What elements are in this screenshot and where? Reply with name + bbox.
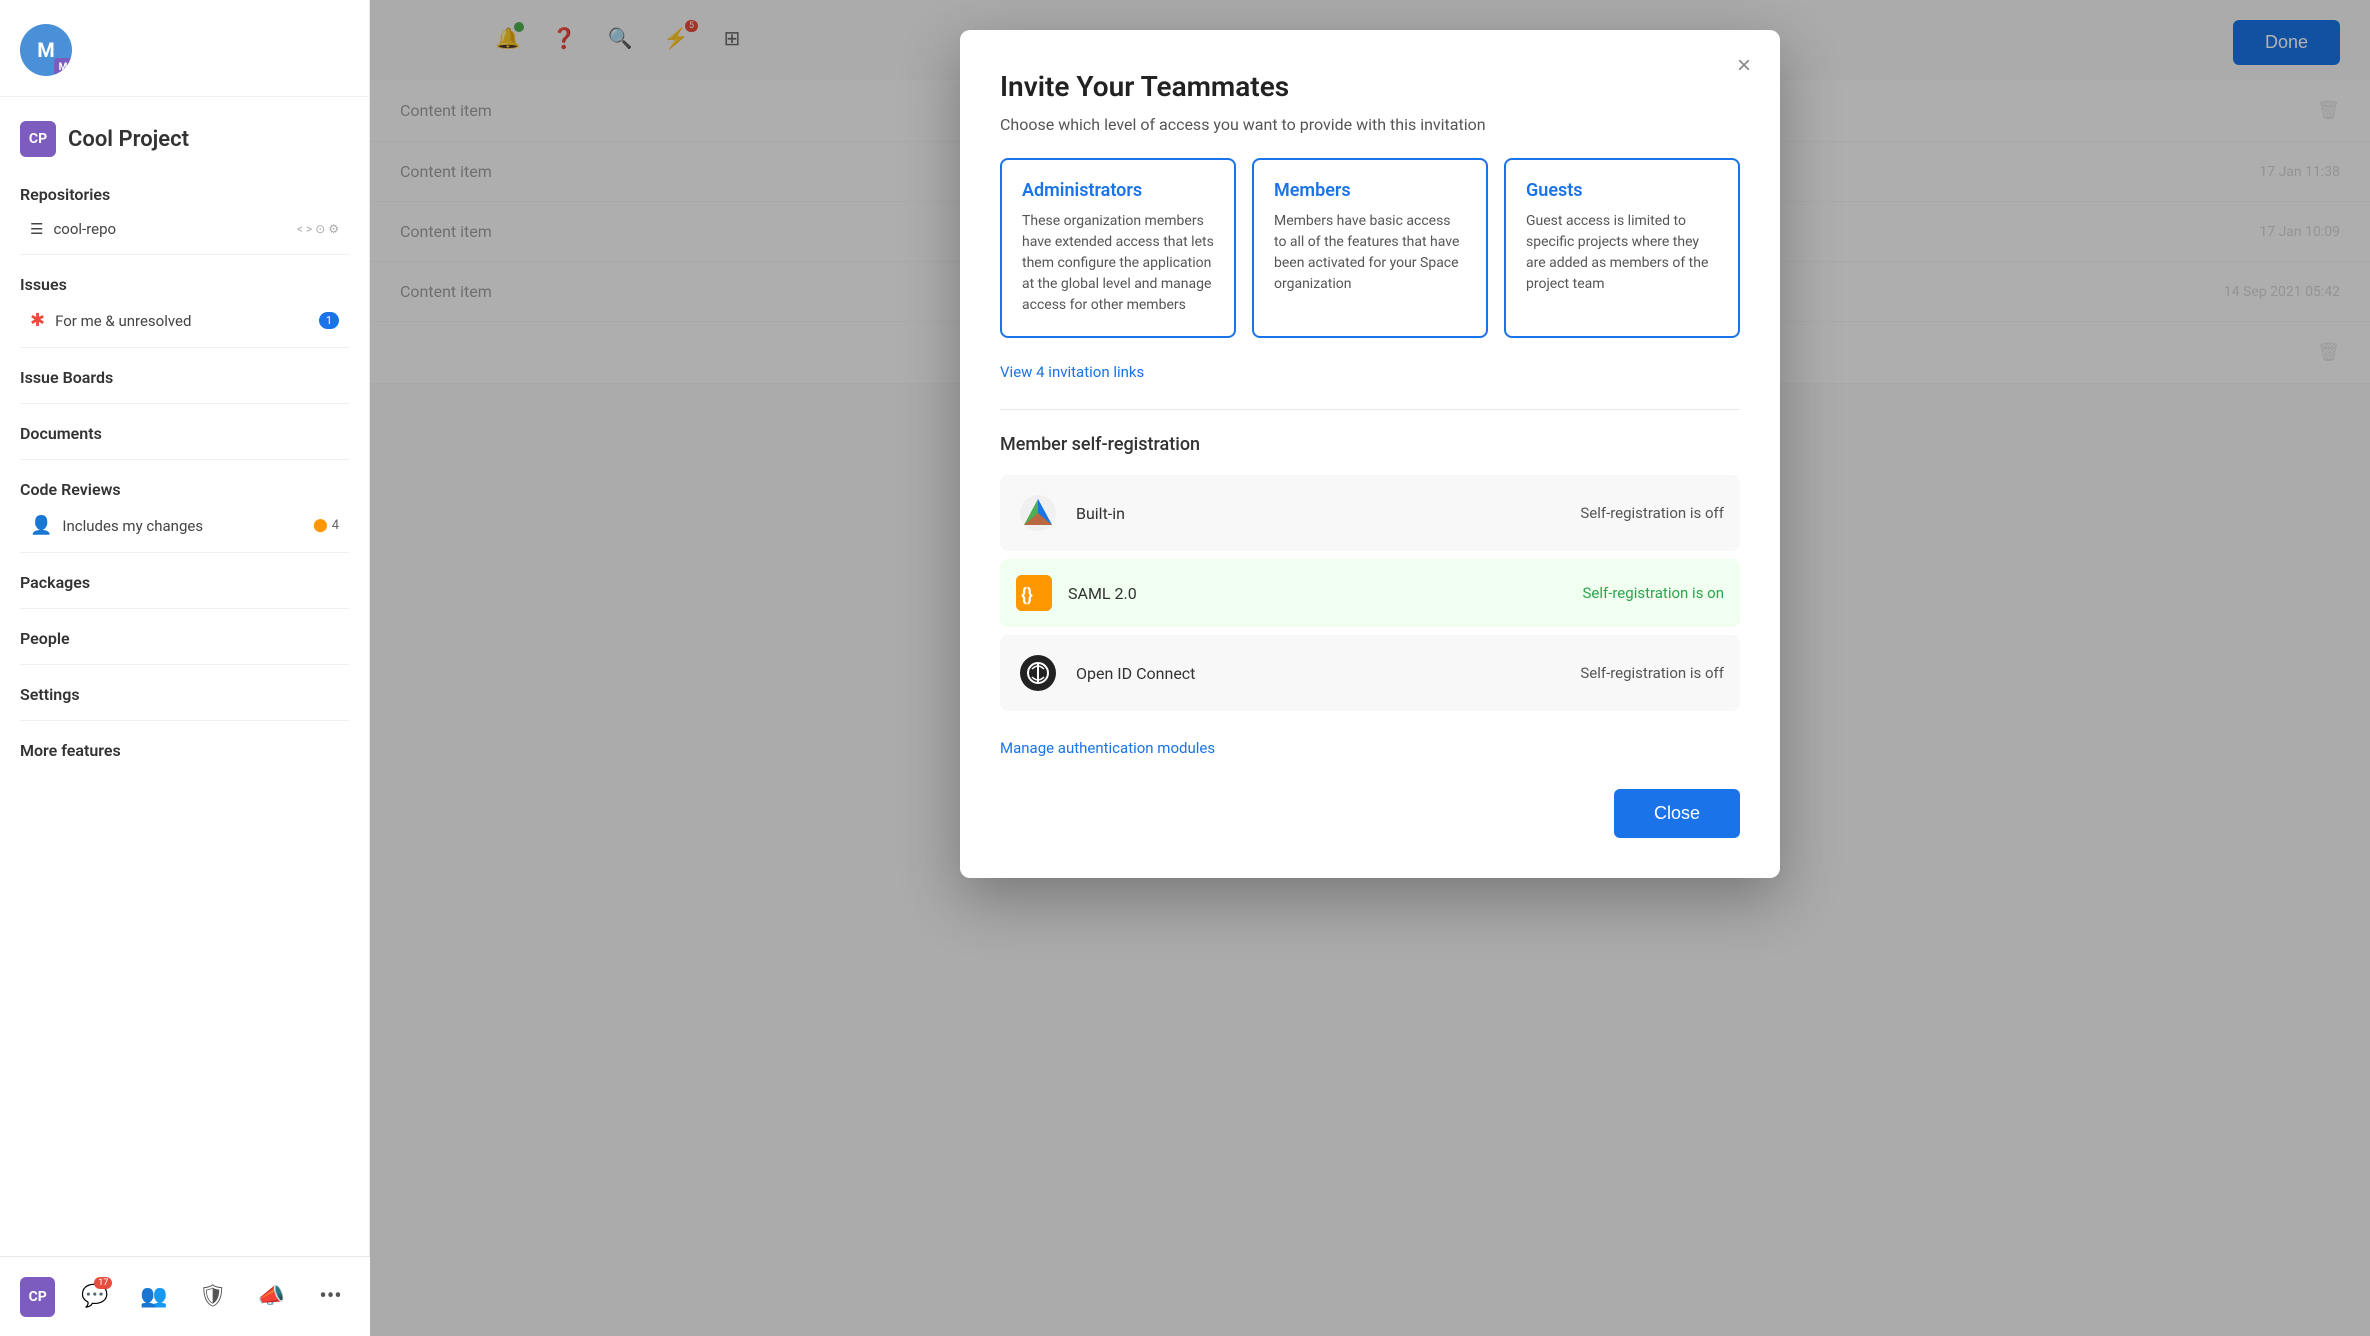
manage-auth-link[interactable]: Manage authentication modules bbox=[1000, 739, 1215, 757]
nav-sections: Repositories ☰ cool-repo < > ⊙ ⚙ Issues … bbox=[0, 173, 369, 768]
access-card-members[interactable]: Members Members have basic access to all… bbox=[1252, 158, 1488, 338]
guests-card-desc: Guest access is limited to specific proj… bbox=[1526, 211, 1718, 295]
modal-subtitle: Choose which level of access you want to… bbox=[1000, 115, 1740, 134]
svg-text:{}: {} bbox=[1021, 585, 1033, 606]
modal-close-button[interactable]: × bbox=[1728, 50, 1760, 82]
oidc-status: Self-registration is off bbox=[1580, 664, 1724, 682]
nav-section-code-reviews: Code Reviews bbox=[20, 468, 349, 507]
app-container: M M CP Cool Project Repositories ☰ cool-… bbox=[0, 0, 2370, 1336]
reg-item-saml[interactable]: {} SAML 2.0 Self-registration is on bbox=[1000, 559, 1740, 627]
members-card-desc: Members have basic access to all of the … bbox=[1274, 211, 1466, 295]
saml-status: Self-registration is on bbox=[1583, 584, 1725, 602]
reg-item-builtin[interactable]: Built-in Self-registration is off bbox=[1000, 475, 1740, 551]
project-icon: CP bbox=[20, 121, 56, 157]
view-invitations-link[interactable]: View 4 invitation links bbox=[1000, 363, 1144, 381]
shield-bottom-icon[interactable]: 🛡 bbox=[193, 1275, 232, 1319]
nav-section-packages: Packages bbox=[20, 561, 349, 600]
avatar[interactable]: M M bbox=[20, 24, 72, 76]
oidc-icon bbox=[1016, 651, 1060, 695]
access-card-guests[interactable]: Guests Guest access is limited to specif… bbox=[1504, 158, 1740, 338]
nav-section-more-features: More features bbox=[20, 729, 349, 768]
self-reg-title: Member self-registration bbox=[1000, 434, 1740, 455]
members-card-title: Members bbox=[1274, 180, 1466, 201]
asterisk-icon: ✱ bbox=[30, 310, 45, 331]
builtin-icon bbox=[1016, 491, 1060, 535]
modal-overlay: × Invite Your Teammates Choose which lev… bbox=[370, 0, 2370, 1336]
project-title: Cool Project bbox=[68, 127, 189, 152]
sidebar-item-code-reviews[interactable]: 👤 Includes my changes ⬤ 4 bbox=[20, 507, 349, 544]
nav-section-issues: Issues bbox=[20, 263, 349, 302]
group-bottom-icon[interactable]: 👥 bbox=[134, 1275, 173, 1319]
modal-title: Invite Your Teammates bbox=[1000, 70, 1740, 103]
section-divider bbox=[1000, 409, 1740, 410]
saml-icon: {} bbox=[1016, 575, 1052, 611]
access-card-administrators[interactable]: Administrators These organization member… bbox=[1000, 158, 1236, 338]
admin-card-desc: These organization members have extended… bbox=[1022, 211, 1214, 316]
access-cards: Administrators These organization member… bbox=[1000, 158, 1740, 338]
chat-badge: 17 bbox=[94, 1277, 112, 1289]
sidebar-item-cool-repo[interactable]: ☰ cool-repo < > ⊙ ⚙ bbox=[20, 212, 349, 246]
nav-section-settings: Settings bbox=[20, 673, 349, 712]
nav-section-people: People bbox=[20, 617, 349, 656]
admin-card-title: Administrators bbox=[1022, 180, 1214, 201]
chat-bottom-icon[interactable]: 💬 17 bbox=[75, 1275, 114, 1319]
issues-badge: 1 bbox=[319, 312, 339, 329]
more-bottom-icon[interactable]: ••• bbox=[311, 1275, 350, 1319]
person-icon: 👤 bbox=[30, 515, 52, 536]
code-review-badge: ⬤ 4 bbox=[313, 518, 339, 533]
megaphone-bottom-icon[interactable]: 📣 bbox=[252, 1275, 291, 1319]
sidebar-item-issues[interactable]: ✱ For me & unresolved 1 bbox=[20, 302, 349, 339]
nav-section-documents: Documents bbox=[20, 412, 349, 451]
close-button[interactable]: Close bbox=[1614, 789, 1740, 838]
main-content: 🔔 ❓ 🔍 ⚡ 5 ⊞ Done Content item 17 Jan 11:… bbox=[370, 0, 2370, 1336]
sidebar-bottom: CP 💬 17 👥 🛡 📣 ••• bbox=[0, 1256, 370, 1336]
code-icon: < > ⊙ ⚙ bbox=[297, 222, 339, 236]
nav-section-issue-boards: Issue Boards bbox=[20, 356, 349, 395]
list-icon: ☰ bbox=[30, 220, 43, 238]
project-header: CP Cool Project bbox=[0, 97, 369, 173]
sidebar-top: M M bbox=[0, 0, 369, 97]
guests-card-title: Guests bbox=[1526, 180, 1718, 201]
modal-footer: Close bbox=[1000, 789, 1740, 838]
builtin-status: Self-registration is off bbox=[1580, 504, 1724, 522]
avatar-badge: M bbox=[54, 58, 72, 76]
nav-section-repositories: Repositories bbox=[20, 173, 349, 212]
sidebar: M M CP Cool Project Repositories ☰ cool-… bbox=[0, 0, 370, 1336]
bottom-avatar[interactable]: CP bbox=[20, 1277, 55, 1317]
builtin-name: Built-in bbox=[1076, 504, 1564, 523]
oidc-name: Open ID Connect bbox=[1076, 664, 1564, 683]
reg-item-oidc[interactable]: Open ID Connect Self-registration is off bbox=[1000, 635, 1740, 711]
saml-name: SAML 2.0 bbox=[1068, 584, 1567, 603]
invite-modal: × Invite Your Teammates Choose which lev… bbox=[960, 30, 1780, 878]
